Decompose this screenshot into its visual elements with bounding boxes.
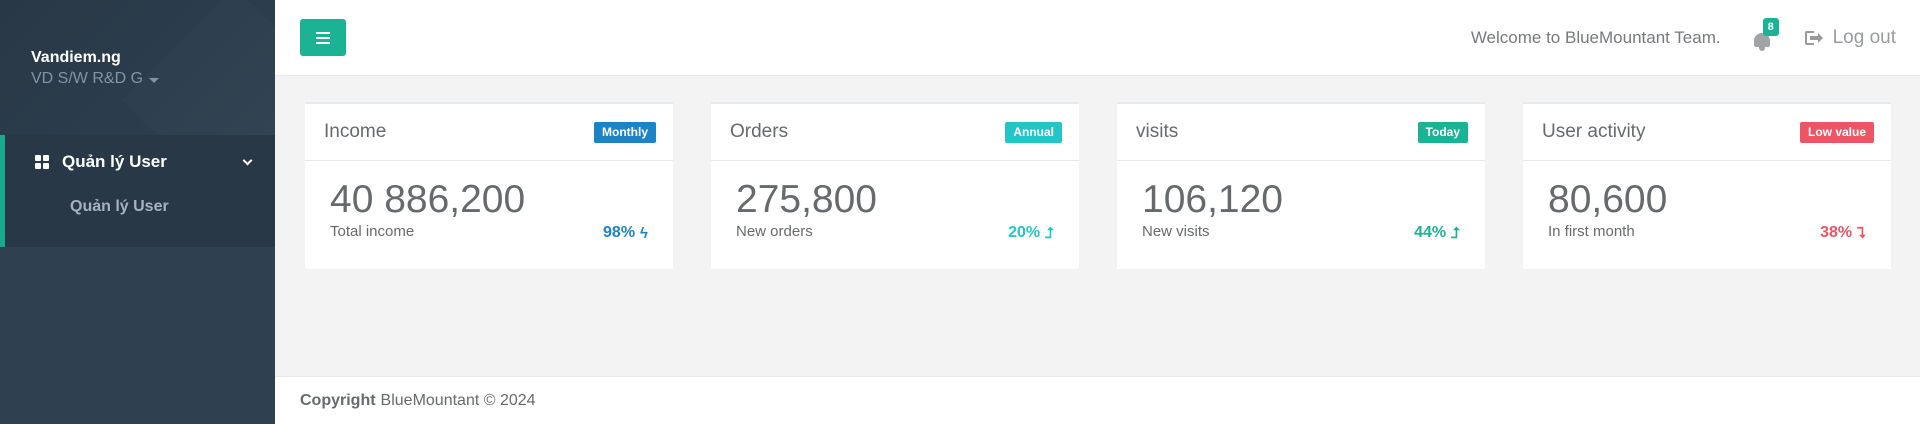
period-badge: Annual xyxy=(1005,121,1062,143)
notifications-button[interactable]: 8 xyxy=(1751,17,1779,53)
logout-link[interactable]: Log out xyxy=(1804,26,1896,49)
card-value: 275,800 xyxy=(736,178,877,221)
card-subtitle: New visits xyxy=(1142,223,1210,240)
card-stat-percent: 20% xyxy=(1008,224,1041,241)
card-header: visits Today xyxy=(1117,104,1485,161)
level-up-icon: ⮥ xyxy=(1045,224,1054,242)
card-title: visits xyxy=(1136,121,1179,142)
app: Vandiem.ng VD S/W R&D G Quản lý User Quả… xyxy=(0,0,1920,424)
sidebar-item-label: Quản lý User xyxy=(62,152,167,171)
card-stat: 38% ⮧ xyxy=(1820,224,1866,242)
stat-card-income: Income Monthly 40 886,200 Total income 9… xyxy=(305,102,673,269)
bars-icon-line xyxy=(316,36,330,39)
stat-card-visits: visits Today 106,120 New visits 44% ⮥ xyxy=(1117,102,1485,269)
profile-role-label: VD S/W R&D G xyxy=(31,70,144,87)
card-body: 40 886,200 Total income 98% ϟ xyxy=(305,161,673,269)
footer: Copyright BlueMountant © 2024 xyxy=(275,376,1920,424)
chevron-down-icon xyxy=(242,155,253,165)
menu-toggle-button[interactable] xyxy=(300,19,346,56)
bars-icon-line xyxy=(316,41,330,44)
level-up-icon: ⮥ xyxy=(1451,224,1460,242)
logout-label: Log out xyxy=(1832,26,1896,48)
card-value: 80,600 xyxy=(1548,178,1668,221)
card-value: 40 886,200 xyxy=(330,178,526,221)
card-stat: 44% ⮥ xyxy=(1414,224,1460,242)
stat-card-user-activity: User activity Low value 80,600 In first … xyxy=(1523,102,1891,269)
sidebar-subitem-user-management[interactable]: Quản lý User xyxy=(5,189,275,233)
th-large-icon xyxy=(35,155,49,169)
stats-row: Income Monthly 40 886,200 Total income 9… xyxy=(275,76,1920,269)
card-stat-percent: 44% xyxy=(1414,224,1447,241)
bars-icon-line xyxy=(316,31,330,34)
period-badge: Low value xyxy=(1799,121,1874,143)
sidebar-section-user-management: Quản lý User Quản lý User xyxy=(0,135,275,247)
welcome-message: Welcome to BlueMountant Team. xyxy=(1470,27,1721,47)
card-subtitle: New orders xyxy=(736,223,813,240)
profile-name: Vandiem.ng xyxy=(31,49,121,66)
card-body: 106,120 New visits 44% ⮥ xyxy=(1117,161,1485,269)
card-title: Orders xyxy=(730,121,789,142)
copyright-label: Copyright xyxy=(300,391,376,409)
caret-down-icon xyxy=(149,77,160,83)
card-value: 106,120 xyxy=(1142,178,1283,221)
card-title: Income xyxy=(324,121,387,142)
copyright-text: BlueMountant © 2024 xyxy=(380,391,536,409)
period-badge: Today xyxy=(1417,121,1468,143)
card-header: Orders Annual xyxy=(711,104,1079,161)
card-header: Income Monthly xyxy=(305,104,673,161)
card-body: 275,800 New orders 20% ⮥ xyxy=(711,161,1079,269)
top-navbar: Welcome to BlueMountant Team. 8 Log out xyxy=(275,0,1920,76)
level-down-icon: ⮧ xyxy=(1857,224,1866,242)
bolt-icon: ϟ xyxy=(640,224,648,242)
card-stat-percent: 98% xyxy=(603,224,636,241)
notification-count-badge: 8 xyxy=(1762,17,1779,36)
card-subtitle: In first month xyxy=(1548,223,1635,240)
sidebar-item-user-management[interactable]: Quản lý User xyxy=(5,135,275,189)
profile-role-dropdown[interactable]: VD S/W R&D G xyxy=(31,69,275,89)
card-header: User activity Low value xyxy=(1523,104,1891,161)
sidebar: Vandiem.ng VD S/W R&D G Quản lý User Quả… xyxy=(0,0,275,424)
stat-card-orders: Orders Annual 275,800 New orders 20% ⮥ xyxy=(711,102,1079,269)
card-title: User activity xyxy=(1542,121,1646,142)
card-stat: 20% ⮥ xyxy=(1008,224,1054,242)
profile-panel: Vandiem.ng VD S/W R&D G xyxy=(0,0,275,135)
card-stat: 98% ϟ xyxy=(603,224,648,242)
sign-out-icon xyxy=(1804,30,1823,45)
card-stat-percent: 38% xyxy=(1820,224,1853,241)
card-subtitle: Total income xyxy=(330,223,415,240)
card-body: 80,600 In first month 38% ⮧ xyxy=(1523,161,1891,269)
main-area: Welcome to BlueMountant Team. 8 Log out … xyxy=(275,0,1920,424)
period-badge: Monthly xyxy=(594,121,656,143)
